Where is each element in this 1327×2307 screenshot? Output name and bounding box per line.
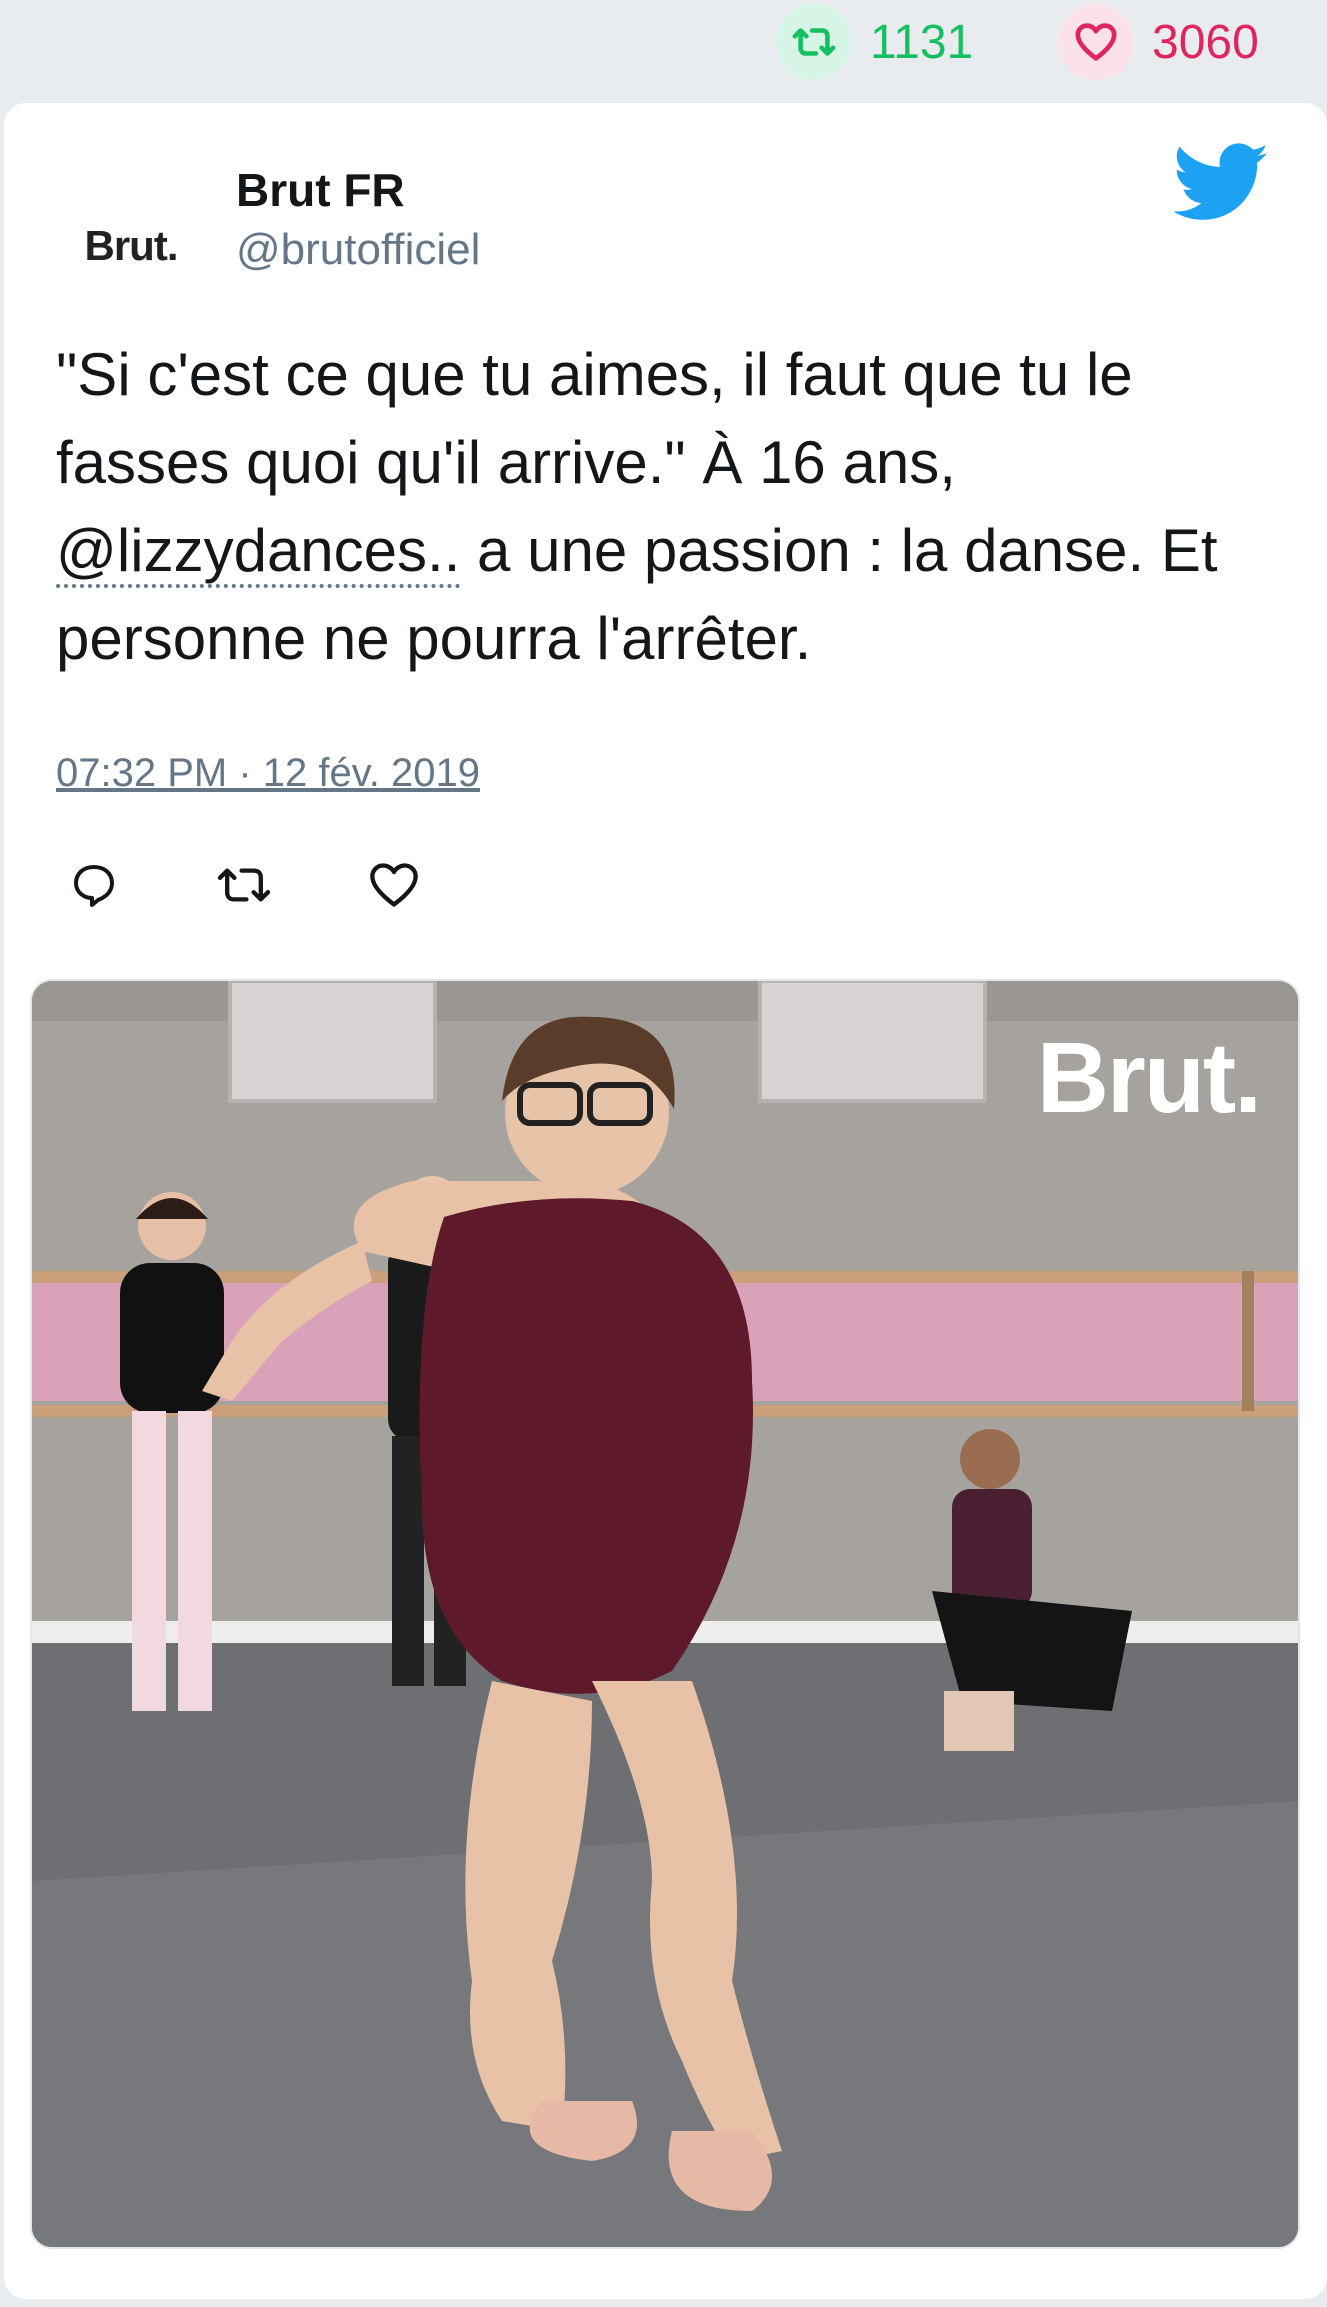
like-stat[interactable]: 3060 [1058, 4, 1259, 80]
retweet-icon[interactable] [776, 4, 852, 80]
like-button[interactable] [364, 855, 424, 915]
avatar-logo: Brut. [84, 222, 179, 269]
reply-icon [74, 865, 114, 907]
tweet-text-part-1: "Si c'est ce que tu aimes, il faut que t… [56, 341, 1133, 496]
twitter-bird-icon[interactable] [1174, 143, 1270, 223]
retweet-button[interactable] [214, 855, 274, 915]
heart-icon [370, 863, 418, 907]
retweet-stat[interactable]: 1131 [776, 4, 974, 80]
author-name[interactable]: Brut FR [236, 163, 405, 217]
reply-button[interactable] [64, 855, 124, 915]
video-frame [32, 981, 1298, 2247]
heart-icon[interactable] [1058, 4, 1134, 80]
avatar[interactable]: Brut. [56, 171, 206, 321]
brut-watermark: Brut. [1036, 1022, 1262, 1134]
tweet-text: "Si c'est ce que tu aimes, il faut que t… [56, 331, 1286, 683]
retweet-icon [217, 868, 271, 902]
tweet-timestamp[interactable]: 07:32 PM · 12 fév. 2019 [56, 751, 480, 796]
mention-link[interactable]: @lizzydances.. [56, 517, 461, 588]
author-handle[interactable]: @brutofficiel [236, 225, 480, 275]
tweet-video[interactable]: Brut. [30, 979, 1300, 2249]
engagement-bar: 1131 3060 [0, 0, 1327, 100]
retweet-count: 1131 [870, 15, 974, 69]
tweet-card: Brut. Brut FR @brutofficiel "Si c'est ce… [4, 103, 1327, 2299]
like-count: 3060 [1152, 15, 1259, 69]
